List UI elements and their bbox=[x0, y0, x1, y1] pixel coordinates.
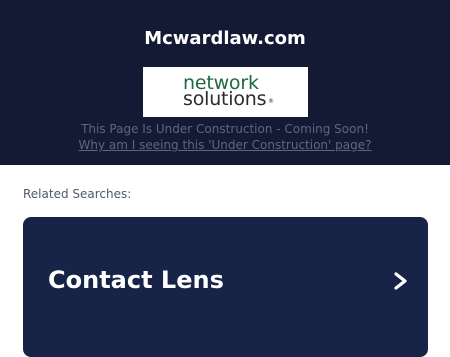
site-title: Mcwardlaw.com bbox=[144, 28, 306, 49]
logo-line-solutions: solutions bbox=[183, 88, 267, 110]
registered-mark: ® bbox=[268, 98, 274, 105]
chevron-right-icon bbox=[394, 272, 407, 290]
related-search-label: Contact Lens bbox=[48, 266, 224, 294]
header: Mcwardlaw.com network solutions ® This P… bbox=[0, 0, 450, 165]
under-construction-text: This Page Is Under Construction - Coming… bbox=[81, 122, 369, 136]
related-search-item-contact-lens[interactable]: Contact Lens bbox=[23, 217, 428, 357]
network-solutions-logo: network solutions ® bbox=[143, 67, 308, 117]
related-searches-label: Related Searches: bbox=[23, 187, 132, 201]
why-under-construction-link[interactable]: Why am I seeing this 'Under Construction… bbox=[0, 138, 450, 152]
